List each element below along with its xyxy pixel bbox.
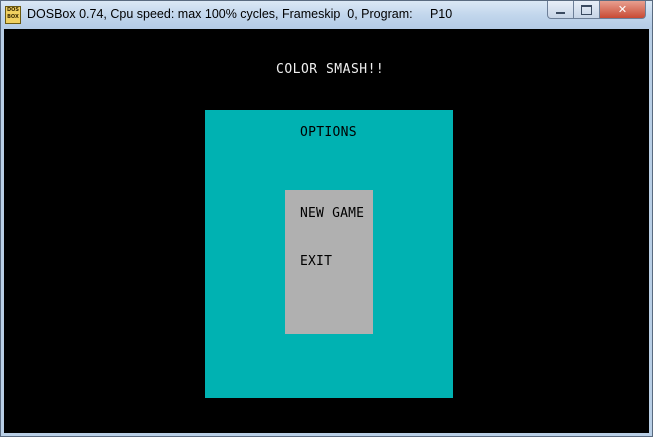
minimize-icon [556,11,565,14]
window-title: DOSBox 0.74, Cpu speed: max 100% cycles,… [27,7,453,21]
game-screen[interactable]: COLOR SMASH!! OPTIONS NEW GAME EXIT [4,29,649,433]
dosbox-icon[interactable]: DOS BOX [5,6,21,24]
options-panel: OPTIONS NEW GAME EXIT [205,110,453,398]
title-bar[interactable]: DOS BOX DOSBox 0.74, Cpu speed: max 100%… [1,1,652,29]
minimize-button[interactable] [547,1,574,19]
options-heading: OPTIONS [300,125,357,140]
menu-box: NEW GAME EXIT [285,190,373,334]
window-controls: ✕ [547,1,646,20]
maximize-icon [581,4,592,15]
close-icon: ✕ [617,3,628,16]
close-button[interactable]: ✕ [600,1,646,19]
new-game-menu-item[interactable]: NEW GAME [300,206,364,221]
exit-menu-item[interactable]: EXIT [300,254,332,269]
game-title: COLOR SMASH!! [276,62,385,77]
dosbox-window: DOS BOX DOSBox 0.74, Cpu speed: max 100%… [0,0,653,437]
maximize-button[interactable] [574,1,600,19]
